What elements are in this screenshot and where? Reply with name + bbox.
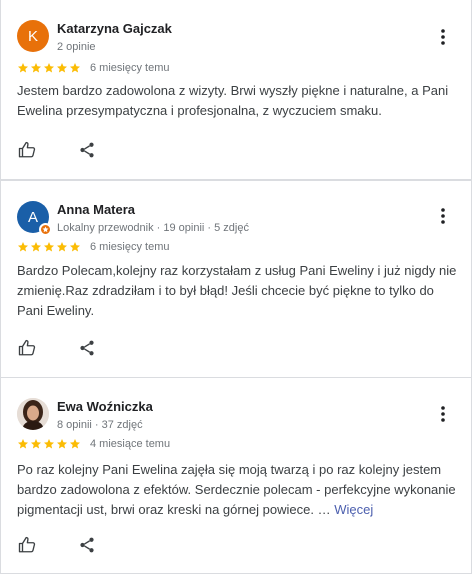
star-icon (44, 242, 54, 252)
review-body: Bardzo Polecam,kolejny raz korzystałam z… (17, 263, 457, 318)
star-icon (44, 439, 54, 449)
share-button[interactable] (77, 535, 97, 555)
star-icon (70, 439, 80, 449)
reviews-list: K Katarzyna Gajczak 2 opinie 6 miesięcy … (0, 0, 473, 574)
reviewer-name[interactable]: Ewa Woźniczka (57, 399, 153, 415)
more-vert-icon (441, 29, 445, 45)
more-link[interactable]: Więcej (334, 502, 373, 517)
reviewer-meta: Lokalny przewodnik · 19 opinii · 5 zdjęć (57, 222, 249, 234)
star-rating (17, 62, 82, 74)
star-icon (18, 439, 28, 449)
reviewer-meta: 8 opinii · 37 zdjęć (57, 419, 143, 431)
thumb-up-icon (18, 339, 36, 356)
review-actions (17, 140, 97, 160)
review-body: Jestem bardzo zadowolona z wizyty. Brwi … (17, 83, 449, 118)
more-options-button[interactable] (433, 404, 453, 424)
avatar[interactable]: A (17, 201, 52, 236)
avatar[interactable] (17, 398, 49, 430)
review-text: Jestem bardzo zadowolona z wizyty. Brwi … (17, 81, 457, 121)
review-card: K Katarzyna Gajczak 2 opinie 6 miesięcy … (0, 0, 472, 180)
more-vert-icon (441, 406, 445, 422)
review-actions (17, 338, 97, 358)
review-body: Po raz kolejny Pani Ewelina zajęła się m… (17, 462, 456, 517)
star-icon (18, 242, 28, 252)
star-rating (17, 241, 82, 253)
like-button[interactable] (17, 140, 37, 160)
review-card: A Anna Matera Lokalny przewodnik · 19 op… (0, 180, 472, 378)
review-date: 4 miesiące temu (90, 438, 171, 450)
rating-row: 6 miesięcy temu (17, 241, 169, 253)
avatar[interactable]: K (17, 20, 49, 52)
local-guide-badge-icon (39, 223, 52, 236)
share-button[interactable] (77, 338, 97, 358)
thumb-up-icon (18, 536, 36, 553)
more-options-button[interactable] (433, 206, 453, 226)
star-icon (31, 63, 41, 73)
reviewer-name[interactable]: Katarzyna Gajczak (57, 21, 172, 37)
star-rating (17, 438, 82, 450)
share-icon (80, 142, 94, 158)
share-icon (80, 537, 94, 553)
more-options-button[interactable] (433, 27, 453, 47)
review-header: A Anna Matera Lokalny przewodnik · 19 op… (17, 201, 249, 236)
review-text: Po raz kolejny Pani Ewelina zajęła się m… (17, 460, 457, 520)
avatar-photo (17, 398, 49, 430)
reviewer-name[interactable]: Anna Matera (57, 202, 249, 218)
star-icon (70, 242, 80, 252)
like-button[interactable] (17, 338, 37, 358)
review-card: Ewa Woźniczka 8 opinii · 37 zdjęć 4 mies… (0, 377, 472, 574)
review-header: K Katarzyna Gajczak 2 opinie (17, 20, 172, 55)
avatar-letter: K (27, 27, 38, 45)
thumb-up-icon (18, 141, 36, 158)
reviewer-meta: 2 opinie (57, 41, 96, 53)
more-vert-icon (441, 208, 445, 224)
star-icon (44, 63, 54, 73)
star-icon (57, 439, 67, 449)
star-icon (57, 242, 67, 252)
rating-row: 4 miesiące temu (17, 438, 170, 450)
like-button[interactable] (17, 535, 37, 555)
star-icon (57, 63, 67, 73)
star-icon (18, 63, 28, 73)
review-text: Bardzo Polecam,kolejny raz korzystałam z… (17, 261, 457, 321)
review-actions (17, 535, 97, 555)
review-date: 6 miesięcy temu (90, 241, 170, 253)
review-header: Ewa Woźniczka 8 opinii · 37 zdjęć (17, 398, 153, 433)
share-icon (80, 340, 94, 356)
star-icon (70, 63, 80, 73)
star-icon (31, 439, 41, 449)
share-button[interactable] (77, 140, 97, 160)
rating-row: 6 miesięcy temu (17, 62, 169, 74)
avatar-letter: A (27, 208, 38, 226)
star-icon (31, 242, 41, 252)
review-date: 6 miesięcy temu (90, 62, 170, 74)
